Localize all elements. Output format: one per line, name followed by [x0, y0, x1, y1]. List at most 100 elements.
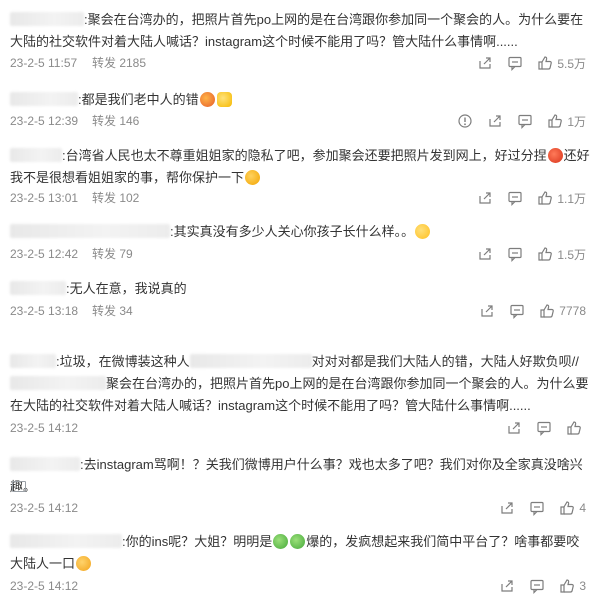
- username-blurred[interactable]: [10, 534, 122, 548]
- thinking-emoji-icon: [245, 170, 261, 185]
- like-button[interactable]: [566, 420, 586, 436]
- comment-meta: 23-2-5 12:39 转发 146: [10, 111, 139, 131]
- mention-blurred[interactable]: [10, 376, 106, 390]
- comment-meta: 23-2-5 11:57 转发 2185: [10, 53, 146, 73]
- thumbs-up-icon: [559, 500, 575, 516]
- like-button[interactable]: 1.5万: [537, 246, 586, 263]
- comment-body: :你的ins呢？大姐？明明是 爆的，发疯想起来我们简中平台了？啥事都要咬大陆人一口: [10, 534, 580, 571]
- username-blurred[interactable]: [10, 224, 170, 238]
- comment-text: 都是我们老中人的错: [81, 92, 199, 107]
- like-button[interactable]: 4: [559, 500, 586, 516]
- comment-actions: 1.5万: [463, 244, 586, 264]
- image-attachment-icon[interactable]: [12, 481, 26, 492]
- forward-count[interactable]: 转发 2185: [92, 56, 146, 70]
- report-icon[interactable]: [457, 113, 473, 129]
- comment-text: 聚会在台湾办的，把照片首先po上网的是在台湾跟你参加同一个聚会的人。为什么要在大…: [10, 12, 584, 49]
- username-blurred[interactable]: [10, 457, 80, 471]
- like-count: 7778: [559, 304, 586, 318]
- comment-body: :台湾省人民也太不尊重姐姐家的隐私了吧，参加聚会还要把照片发到网上，好过分捏 还好…: [10, 148, 590, 185]
- forward-count[interactable]: 转发 102: [92, 191, 139, 205]
- thumbs-up-icon: [537, 55, 553, 71]
- comment-text: 无人在意，我说真的: [69, 281, 187, 296]
- comment-text: 其实真没有多少人关心你孩子长什么样。。: [173, 224, 415, 239]
- comment-icon[interactable]: [529, 500, 545, 516]
- like-button[interactable]: 1万: [547, 113, 586, 130]
- timestamp: 23-2-5 14:12: [10, 579, 79, 593]
- like-count: 1万: [567, 114, 586, 129]
- like-button[interactable]: 7778: [539, 303, 586, 319]
- timestamp: 23-2-5 12:42: [10, 247, 79, 261]
- like-count: 1.5万: [557, 247, 586, 262]
- comment-meta: 23-2-5 14:12: [10, 418, 90, 438]
- forward-count[interactable]: 转发 34: [92, 304, 133, 318]
- username-blurred[interactable]: [10, 354, 56, 368]
- thumbs-up-icon: [547, 113, 563, 129]
- thumbs-up-icon: [559, 578, 575, 594]
- sad-face-emoji-icon: [76, 556, 92, 571]
- timestamp: 23-2-5 11:57: [10, 56, 78, 70]
- angry-face-emoji-icon: [199, 92, 215, 107]
- share-icon[interactable]: [506, 420, 522, 436]
- comment-meta: 23-2-5 12:42 转发 79: [10, 244, 133, 264]
- comment-actions: [492, 418, 586, 438]
- like-count: 3: [579, 579, 586, 593]
- comment-icon[interactable]: [517, 113, 533, 129]
- username-blurred[interactable]: [10, 92, 78, 106]
- comment-meta: 23-2-5 13:18 转发 34: [10, 301, 133, 321]
- comment-icon[interactable]: [536, 420, 552, 436]
- frog-emoji-icon: [273, 534, 289, 549]
- thumbs-up-icon: [537, 190, 553, 206]
- comment-actions: 1万: [443, 111, 586, 131]
- username-blurred[interactable]: [10, 12, 84, 26]
- share-icon[interactable]: [477, 246, 493, 262]
- share-icon[interactable]: [499, 500, 515, 516]
- username-blurred[interactable]: [10, 281, 66, 295]
- comment-actions: 7778: [465, 301, 586, 321]
- comment-actions: 1.1万: [463, 188, 586, 208]
- comment-body: :无人在意，我说真的: [10, 278, 590, 300]
- like-count: 4: [579, 501, 586, 515]
- comment-icon[interactable]: [507, 55, 523, 71]
- comment-text: 你的ins呢？大姐？明明是: [125, 534, 273, 549]
- forward-count[interactable]: 转发 146: [92, 114, 139, 128]
- timestamp: 23-2-5 13:18: [10, 304, 79, 318]
- username-blurred[interactable]: [10, 148, 62, 162]
- frog-emoji-icon: [290, 534, 306, 549]
- comment-icon[interactable]: [509, 303, 525, 319]
- share-icon[interactable]: [499, 578, 515, 594]
- thumbs-up-icon: [539, 303, 555, 319]
- comment-text: 去instagram骂啊！？关我们微博用户什么事？戏也太多了吧？我们对你及全家真…: [10, 457, 583, 494]
- comment-actions: 5.5万: [463, 53, 586, 73]
- comment-meta: 23-2-5 13:01 转发 102: [10, 188, 139, 208]
- share-icon[interactable]: [487, 113, 503, 129]
- comment-icon[interactable]: [507, 190, 523, 206]
- timestamp: 23-2-5 14:12: [10, 421, 79, 435]
- like-button[interactable]: 1.1万: [537, 190, 586, 207]
- fist-emoji-icon: [216, 92, 232, 107]
- timestamp: 23-2-5 14:12: [10, 501, 79, 515]
- thumbs-up-icon: [566, 420, 582, 436]
- comment-body: :垃圾，在微博装这种人 对对对都是我们大陆人的错，大陆人好欺负呗//聚会在台湾办的…: [10, 351, 590, 417]
- like-count: 5.5万: [557, 56, 586, 71]
- comment-meta: 23-2-5 14:12: [10, 576, 90, 596]
- timestamp: 23-2-5 13:01: [10, 191, 79, 205]
- comment-icon[interactable]: [507, 246, 523, 262]
- like-button[interactable]: 3: [559, 578, 586, 594]
- comment-text: :垃圾，在微博装这种人: [56, 354, 190, 369]
- comment-body: :聚会在台湾办的，把照片首先po上网的是在台湾跟你参加同一个聚会的人。为什么要在…: [10, 12, 584, 49]
- mention-blurred[interactable]: [189, 354, 312, 368]
- share-icon[interactable]: [477, 55, 493, 71]
- thumbs-up-icon: [537, 246, 553, 262]
- comment-text: 台湾省人民也太不尊重姐姐家的隐私了吧，参加聚会还要把照片发到网上，好过分捏: [65, 148, 547, 163]
- comment-body: :去instagram骂啊！？关我们微博用户什么事？戏也太多了吧？我们对你及全家…: [10, 457, 583, 494]
- like-button[interactable]: 5.5万: [537, 55, 586, 72]
- timestamp: 23-2-5 12:39: [10, 114, 79, 128]
- comment-icon[interactable]: [529, 578, 545, 594]
- share-icon[interactable]: [479, 303, 495, 319]
- comment-meta: 23-2-5 14:12: [10, 498, 90, 518]
- comment-text-continued: 对对对都是我们大陆人的错，大陆人好欺负呗//: [311, 354, 579, 369]
- like-count: 1.1万: [557, 191, 586, 206]
- forward-count[interactable]: 转发 79: [92, 247, 133, 261]
- comment-body: :都是我们老中人的错: [10, 89, 590, 111]
- share-icon[interactable]: [477, 190, 493, 206]
